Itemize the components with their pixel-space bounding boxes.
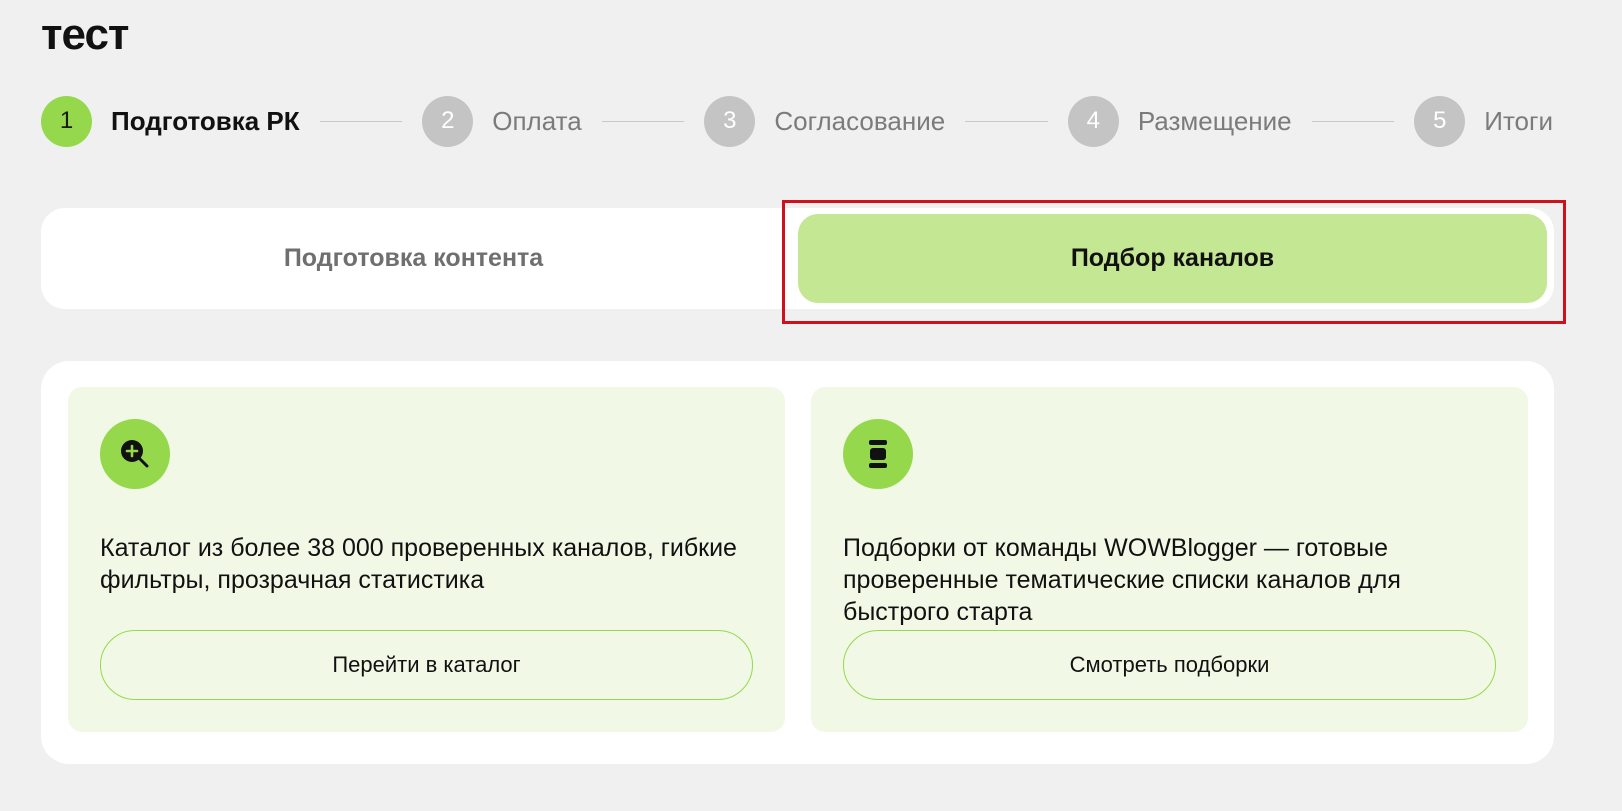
step-number: 2 bbox=[422, 95, 474, 147]
collections-card: Подборки от команды WOWBlogger — готовые… bbox=[811, 387, 1528, 732]
channel-selection-panel: Каталог из более 38 000 проверенных кана… bbox=[41, 361, 1554, 764]
progress-stepper: 1 Подготовка РК 2 Оплата 3 Согласование … bbox=[41, 95, 1553, 147]
step-results[interactable]: 5 Итоги bbox=[1414, 95, 1554, 147]
catalog-description: Каталог из более 38 000 проверенных кана… bbox=[100, 534, 737, 594]
step-connector bbox=[1311, 120, 1395, 122]
step-preparation[interactable]: 1 Подготовка РК bbox=[41, 95, 300, 147]
step-number: 5 bbox=[1414, 95, 1466, 147]
collections-description: Подборки от команды WOWBlogger — готовые… bbox=[843, 534, 1401, 626]
go-to-catalog-button[interactable]: Перейти в каталог bbox=[100, 630, 753, 700]
step-connector bbox=[319, 120, 403, 122]
section-tabs: Подготовка контента Подбор каналов bbox=[41, 208, 1554, 309]
search-plus-icon bbox=[100, 419, 170, 489]
collection-stack-icon bbox=[843, 419, 913, 489]
page: тест 1 Подготовка РК 2 Оплата 3 Согласов… bbox=[0, 0, 1622, 811]
tab-channel-selection[interactable]: Подбор каналов bbox=[798, 214, 1547, 303]
page-title: тест bbox=[41, 10, 129, 59]
step-label: Оплата bbox=[492, 105, 582, 136]
step-number: 1 bbox=[41, 95, 92, 147]
view-collections-button[interactable]: Смотреть подборки bbox=[843, 630, 1496, 700]
step-label: Согласование bbox=[774, 105, 946, 136]
catalog-card: Каталог из более 38 000 проверенных кана… bbox=[68, 387, 785, 732]
step-number: 3 bbox=[704, 95, 756, 147]
step-label: Подготовка РК bbox=[111, 105, 300, 136]
step-label: Итоги bbox=[1484, 105, 1554, 136]
step-payment[interactable]: 2 Оплата bbox=[422, 95, 582, 147]
step-placement[interactable]: 4 Размещение bbox=[1067, 95, 1292, 147]
step-approval[interactable]: 3 Согласование bbox=[704, 95, 946, 147]
step-number: 4 bbox=[1067, 95, 1119, 147]
tab-content-preparation[interactable]: Подготовка контента bbox=[47, 214, 780, 303]
step-connector bbox=[601, 120, 685, 122]
step-connector bbox=[965, 120, 1048, 122]
step-label: Размещение bbox=[1137, 105, 1292, 136]
